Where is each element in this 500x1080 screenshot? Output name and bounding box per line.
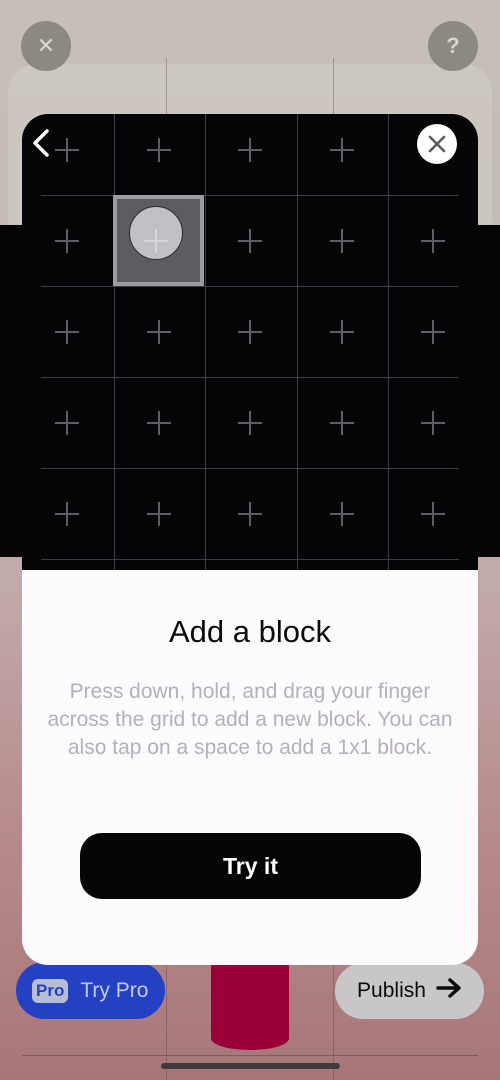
plus-icon[interactable] [147, 411, 171, 435]
grid-line [41, 559, 459, 560]
plus-icon[interactable] [330, 502, 354, 526]
try-pro-button[interactable]: Pro Try Pro [16, 962, 165, 1019]
grid-line [41, 377, 459, 378]
try-it-button[interactable]: Try it [80, 833, 421, 899]
arrow-right-icon [436, 977, 462, 1005]
plus-icon[interactable] [55, 138, 79, 162]
home-indicator[interactable] [161, 1063, 340, 1069]
help-icon: ? [446, 33, 460, 58]
plus-icon[interactable] [147, 320, 171, 344]
plus-icon[interactable] [421, 320, 445, 344]
try-pro-label: Try Pro [80, 978, 149, 1002]
help-button[interactable]: ? [428, 21, 478, 71]
plus-icon[interactable] [55, 411, 79, 435]
modal-description: Press down, hold, and drag your finger a… [47, 680, 453, 759]
plus-icon[interactable] [147, 138, 171, 162]
block-grid[interactable] [22, 114, 478, 570]
close-icon: ✕ [36, 33, 56, 58]
plus-icon[interactable] [330, 411, 354, 435]
plus-icon[interactable] [55, 320, 79, 344]
plus-icon[interactable] [330, 229, 354, 253]
plus-icon[interactable] [55, 229, 79, 253]
exit-button[interactable]: ✕ [21, 21, 71, 71]
plus-icon[interactable] [238, 502, 262, 526]
grid-line [41, 468, 459, 469]
modal-close-button[interactable] [417, 124, 457, 164]
grid-line [114, 114, 115, 570]
grid-line [388, 114, 389, 570]
grid-line [205, 114, 206, 570]
plus-icon[interactable] [330, 138, 354, 162]
plus-icon[interactable] [147, 502, 171, 526]
modal-title: Add a block [169, 614, 331, 649]
plus-icon [144, 229, 168, 253]
plus-icon[interactable] [330, 320, 354, 344]
grid-line [297, 114, 298, 570]
background-grid-line [22, 1055, 478, 1056]
publish-button[interactable]: Publish [335, 963, 484, 1019]
grid-line [41, 195, 459, 196]
add-block-modal: Add a block Press down, hold, and drag y… [22, 114, 478, 965]
block-preview [211, 965, 289, 1050]
plus-icon[interactable] [238, 138, 262, 162]
pro-badge: Pro [32, 978, 69, 1003]
plus-icon[interactable] [421, 502, 445, 526]
touch-indicator [129, 206, 183, 260]
plus-icon[interactable] [421, 411, 445, 435]
grid-line [41, 286, 459, 287]
plus-icon[interactable] [238, 229, 262, 253]
plus-icon[interactable] [55, 502, 79, 526]
publish-label: Publish [357, 979, 426, 1002]
plus-icon[interactable] [421, 229, 445, 253]
plus-icon[interactable] [238, 320, 262, 344]
close-icon [428, 135, 446, 153]
chevron-left-icon [33, 129, 49, 157]
plus-icon[interactable] [238, 411, 262, 435]
back-button[interactable] [30, 128, 54, 158]
